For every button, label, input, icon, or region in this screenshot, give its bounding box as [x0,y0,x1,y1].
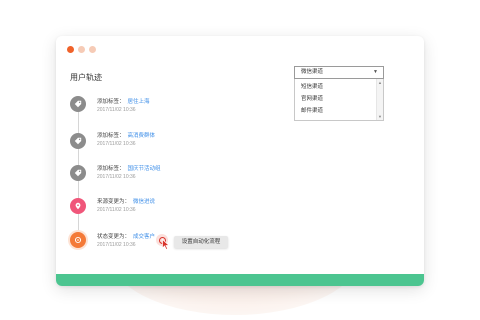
channel-dropdown: 短信渠道 官网渠道 邮件渠道 ▲ ▼ [294,79,384,121]
event-value-link[interactable]: 居住上海 [128,99,150,105]
event-value-link[interactable]: 国庆节活动组 [128,166,161,172]
status-icon [70,232,86,248]
scroll-up-icon[interactable]: ▲ [378,80,382,85]
event-value-link[interactable]: 微信进说 [133,199,155,205]
timeline-event: 状态变更为： 成交客户 [97,232,155,240]
event-label: 来源变更为： [97,199,131,205]
event-label: 添加标签： [97,133,125,139]
window-maximize-dot[interactable] [89,46,96,53]
tag-icon [70,133,86,149]
location-pin-icon [70,198,86,214]
channel-select-value: 微信渠道 [301,69,324,75]
timeline-event: 添加标签： 国庆节活动组 [97,164,161,172]
timeline-event: 添加标签： 居住上海 [97,97,150,105]
event-label: 添加标签： [97,99,125,105]
channel-select[interactable]: 微信渠道 ▼ [294,66,384,79]
automation-tooltip[interactable]: 设置自动化流程 [174,236,228,248]
event-value-link[interactable]: 成交客户 [133,234,155,240]
timeline-event: 来源变更为： 微信进说 [97,197,155,205]
dropdown-option[interactable]: 邮件渠道 [295,105,383,117]
mouse-pointer-icon [162,239,170,250]
event-time: 2017/11/02 10:36 [97,141,136,147]
event-label: 添加标签： [97,166,125,172]
page-title: 用户轨迹 [70,73,102,82]
event-time: 2017/11/02 10:36 [97,242,136,248]
bottom-accent-bar [56,274,424,286]
dropdown-option[interactable]: 官网渠道 [295,93,383,105]
event-time: 2017/11/02 10:36 [97,107,136,113]
event-time: 2017/11/02 10:36 [97,174,136,180]
event-label: 状态变更为： [97,234,131,240]
app-window: 用户轨迹 微信渠道 ▼ 短信渠道 官网渠道 邮件渠道 ▲ ▼ 添加标签： 居住上海… [56,36,424,286]
window-close-dot[interactable] [67,46,74,53]
tag-icon [70,165,86,181]
chevron-down-icon[interactable]: ▼ [373,67,378,78]
dropdown-option[interactable]: 短信渠道 [295,81,383,93]
tag-icon [70,96,86,112]
timeline-event: 添加标签： 高消费群体 [97,131,155,139]
event-time: 2017/11/02 10:36 [97,207,136,213]
window-minimize-dot[interactable] [78,46,85,53]
scroll-down-icon[interactable]: ▼ [378,114,382,119]
event-value-link[interactable]: 高消费群体 [128,133,156,139]
dropdown-scrollbar[interactable]: ▲ ▼ [376,79,383,120]
